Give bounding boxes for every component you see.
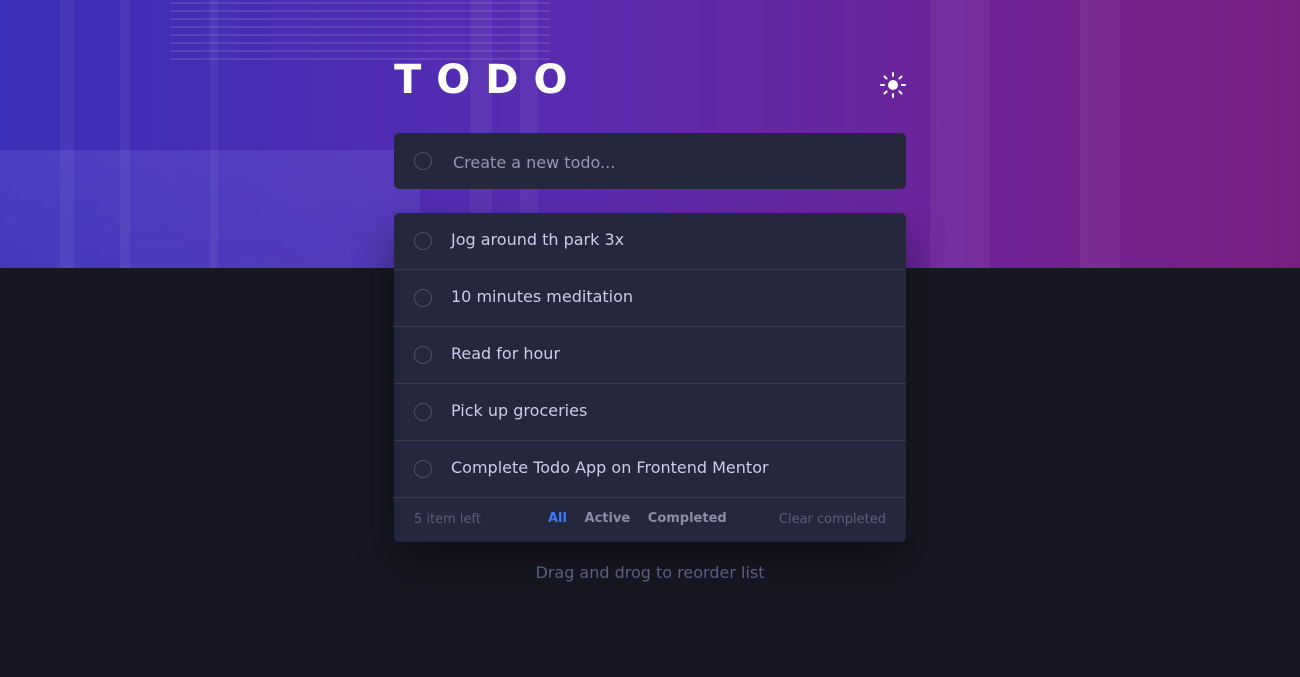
filter-all[interactable]: All xyxy=(548,511,567,526)
sun-icon xyxy=(880,72,906,98)
clear-completed-button[interactable]: Clear completed xyxy=(779,512,886,527)
new-todo-input[interactable] xyxy=(451,147,885,177)
theme-toggle-button[interactable] xyxy=(879,71,907,99)
todo-checkbox[interactable] xyxy=(414,232,432,250)
todo-text: Complete Todo App on Frontend Mentor xyxy=(451,458,769,477)
todo-text: 10 minutes meditation xyxy=(451,287,634,306)
todo-item[interactable]: Complete Todo App on Frontend Mentor xyxy=(394,441,906,498)
new-todo-checkbox[interactable] xyxy=(414,152,432,170)
items-left-count: 5 item left xyxy=(414,512,481,527)
app-title: TODO xyxy=(394,57,583,103)
todo-checkbox[interactable] xyxy=(414,346,432,364)
todo-item[interactable]: Jog around th park 3x xyxy=(394,213,906,270)
todo-item[interactable]: 10 minutes meditation xyxy=(394,270,906,327)
todo-text: Jog around th park 3x xyxy=(451,230,625,249)
todo-checkbox[interactable] xyxy=(414,403,432,421)
todo-item[interactable]: Pick up groceries xyxy=(394,384,906,441)
drag-hint: Drag and drog to reorder list xyxy=(535,563,765,582)
todo-footer: 5 item left All Active Completed Clear c… xyxy=(394,498,906,542)
todo-item[interactable]: Read for hour xyxy=(394,327,906,384)
todo-checkbox[interactable] xyxy=(414,289,432,307)
new-todo-form xyxy=(394,133,906,189)
filter-active[interactable]: Active xyxy=(585,511,631,526)
todo-text: Read for hour xyxy=(451,344,561,363)
filter-completed[interactable]: Completed xyxy=(648,511,727,526)
todo-list: Jog around th park 3x 10 minutes meditat… xyxy=(394,213,906,542)
todo-text: Pick up groceries xyxy=(451,401,588,420)
filter-group: All Active Completed xyxy=(548,511,740,526)
todo-checkbox[interactable] xyxy=(414,460,432,478)
